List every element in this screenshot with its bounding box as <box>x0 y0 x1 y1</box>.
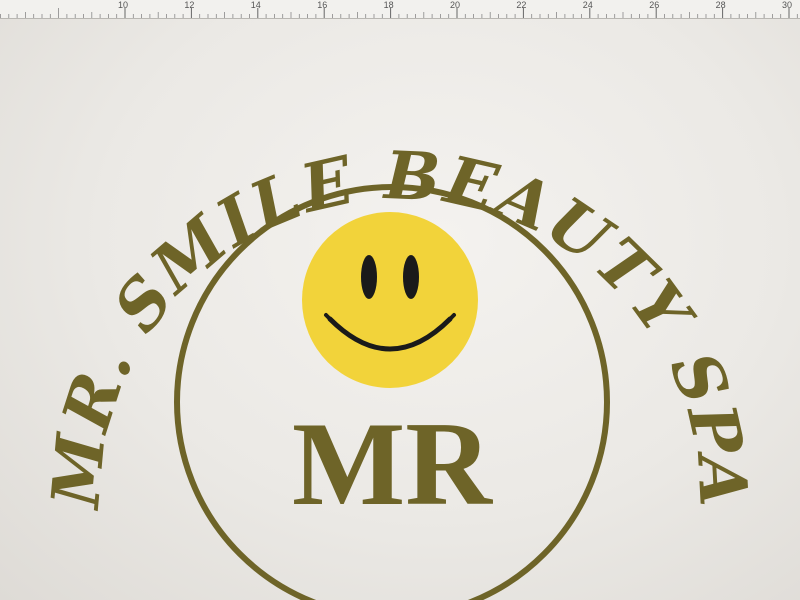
ruler-tick-label: 26 <box>649 0 659 10</box>
design-screen: 10 12 14 16 18 20 22 24 26 28 30 MR. SMILE BEAUTY … <box>0 0 800 600</box>
ruler-tick-label: 30 <box>782 0 792 10</box>
design-canvas[interactable]: MR. SMILE BEAUTY SPA MR <box>0 19 800 600</box>
ruler-tick-label: 16 <box>317 0 327 10</box>
logo-artwork: MR. SMILE BEAUTY SPA MR <box>36 136 761 600</box>
ruler-tick-label: 14 <box>251 0 261 10</box>
ruler-tick-label: 10 <box>118 0 128 10</box>
ruler-ticks: 10 12 14 16 18 20 22 24 26 28 30 <box>0 0 798 18</box>
smiley-face-icon <box>302 212 478 388</box>
horizontal-ruler[interactable]: 10 12 14 16 18 20 22 24 26 28 30 <box>0 0 800 19</box>
ruler-tick-label: 22 <box>516 0 526 10</box>
logo-initials: MR <box>292 397 493 530</box>
ruler-tick-label: 28 <box>716 0 726 10</box>
ruler-tick-label: 24 <box>583 0 593 10</box>
ruler-tick-label: 18 <box>384 0 394 10</box>
ruler-tick-label: 12 <box>184 0 194 10</box>
ruler-tick-label: 20 <box>450 0 460 10</box>
